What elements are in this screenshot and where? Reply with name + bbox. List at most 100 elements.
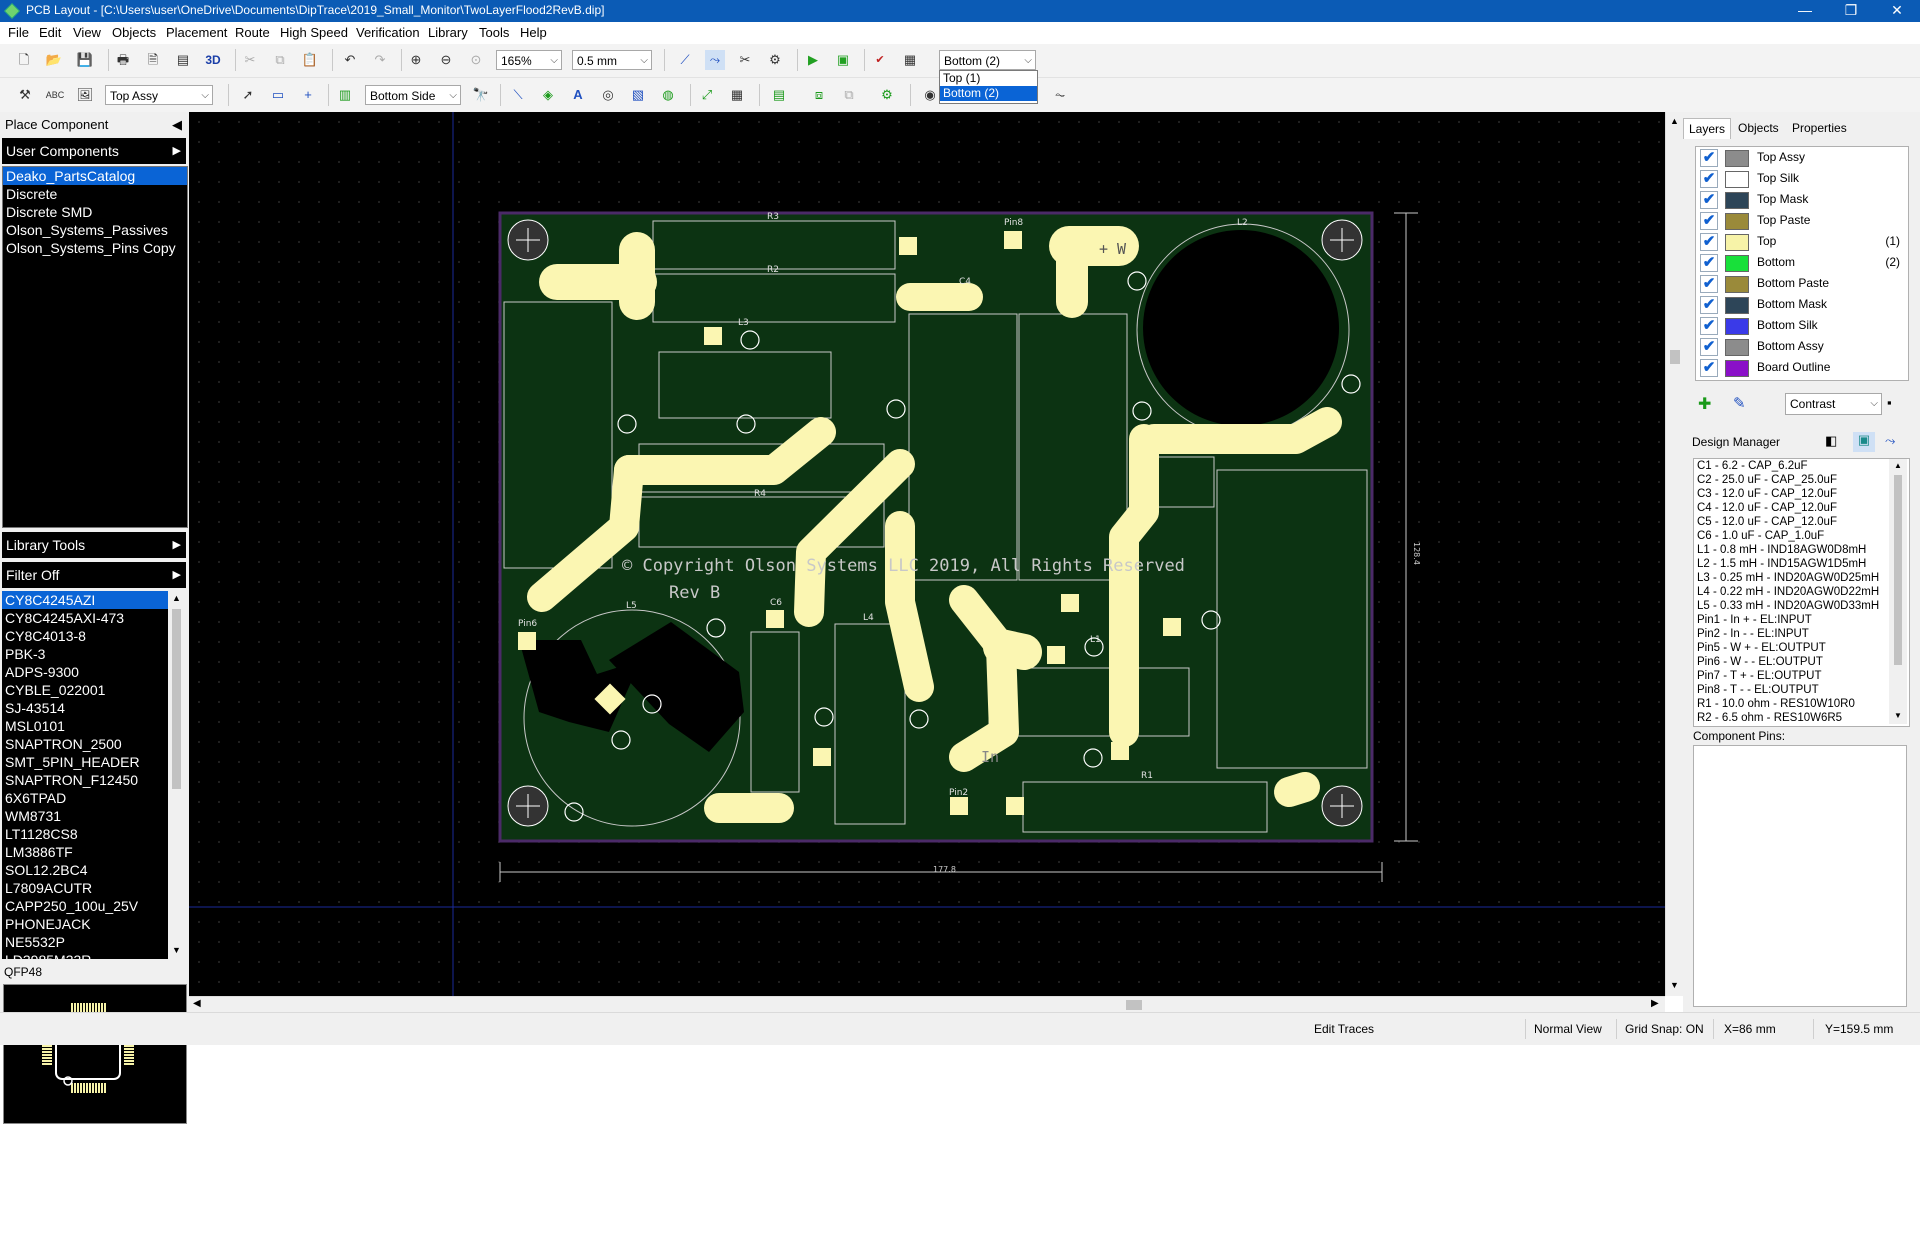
dm-item[interactable]: Pin5 - W + - EL:OUTPUT <box>1694 641 1909 655</box>
layer-color-swatch[interactable] <box>1725 318 1749 335</box>
align-icon[interactable]: ▤ <box>769 85 789 105</box>
menu-route[interactable]: Route <box>235 25 270 40</box>
eye-icon[interactable]: ◉ <box>920 85 940 105</box>
menu-tools[interactable]: Tools <box>479 25 509 40</box>
place-component-header[interactable]: Place Component ◀ <box>2 114 186 136</box>
part-item[interactable]: CYBLE_022001 <box>2 681 168 699</box>
menu-verification[interactable]: Verification <box>356 25 420 40</box>
undo-icon[interactable]: ↶ <box>340 50 360 70</box>
menu-view[interactable]: View <box>73 25 101 40</box>
zoom-select[interactable]: 165% ⌵ <box>496 50 562 70</box>
scroll-left-icon[interactable]: ◀ <box>193 998 201 1009</box>
scroll-up-icon[interactable]: ▲ <box>1670 116 1679 126</box>
layer-color-swatch[interactable] <box>1725 339 1749 356</box>
cut-icon[interactable]: ✂ <box>240 50 260 70</box>
split-trace-icon[interactable]: ✂ <box>735 50 755 70</box>
part-item[interactable]: SNAPTRON_2500 <box>2 735 168 753</box>
route-trace-icon[interactable]: ⟋ <box>675 50 695 70</box>
layer-color-swatch[interactable] <box>1725 360 1749 377</box>
part-item[interactable]: PHONEJACK <box>2 915 168 933</box>
library-item[interactable]: Olson_Systems_Pins Copy <box>3 239 187 257</box>
layer-row[interactable]: ✔ Top Silk <box>1696 168 1908 189</box>
measure-icon[interactable]: ⤢ <box>697 85 717 105</box>
tab-properties[interactable]: Properties <box>1787 118 1852 138</box>
layer-visible-checkbox[interactable]: ✔ <box>1700 296 1718 314</box>
close-button[interactable]: ✕ <box>1874 0 1920 22</box>
dm-item[interactable]: C4 - 12.0 uF - CAP_12.0uF <box>1694 501 1909 515</box>
layer-color-swatch[interactable] <box>1725 276 1749 293</box>
line-tool-icon[interactable]: ⟍ <box>508 85 528 105</box>
part-item[interactable]: MSL0101 <box>2 717 168 735</box>
pointer-icon[interactable]: ➚ <box>238 85 258 105</box>
part-item[interactable]: LT1128CS8 <box>2 825 168 843</box>
scroll-thumb[interactable] <box>1894 475 1902 665</box>
edit-traces-icon[interactable]: ⤳ <box>705 50 725 70</box>
ungroup-icon[interactable]: ⧉ <box>839 85 859 105</box>
text-tool-icon[interactable]: ABC <box>45 85 65 105</box>
canvas-vertical-scrollbar[interactable]: ▲ ▼ <box>1665 112 1684 996</box>
minimize-button[interactable]: — <box>1782 0 1828 22</box>
scroll-right-icon[interactable]: ▶ <box>1651 998 1659 1009</box>
assy-layer-select[interactable]: Top Assy ⌵ <box>105 85 213 105</box>
part-item[interactable]: CY8C4245AZI <box>2 591 168 609</box>
layer-visible-checkbox[interactable]: ✔ <box>1700 212 1718 230</box>
menu-library[interactable]: Library <box>428 25 468 40</box>
open-icon[interactable]: 📂 <box>44 50 64 70</box>
menu-placement[interactable]: Placement <box>166 25 227 40</box>
maximize-button[interactable]: ❐ <box>1828 0 1874 22</box>
scroll-thumb[interactable] <box>1670 350 1680 364</box>
dm-item[interactable]: Pin8 - T - - EL:OUTPUT <box>1694 683 1909 697</box>
find-icon[interactable]: 🔭 <box>471 85 491 105</box>
edit-layer-icon[interactable]: ✎ <box>1733 394 1746 412</box>
dm-item[interactable]: L4 - 0.22 mH - IND20AGW0D22mH <box>1694 585 1909 599</box>
trace-width-select[interactable]: 0.5 mm ⌵ <box>572 50 652 70</box>
layer-visible-checkbox[interactable]: ✔ <box>1700 233 1718 251</box>
layer-visible-checkbox[interactable]: ✔ <box>1700 317 1718 335</box>
layer-options-icon[interactable]: ▪ <box>1887 395 1892 410</box>
dm-components-icon[interactable]: ◧ <box>1825 433 1837 449</box>
part-item[interactable]: PBK-3 <box>2 645 168 663</box>
menu-high-speed[interactable]: High Speed <box>280 25 348 40</box>
canvas-horizontal-scrollbar[interactable]: ◀ ▶ <box>189 996 1665 1013</box>
layer-row[interactable]: ✔ Bottom Mask <box>1696 294 1908 315</box>
scroll-thumb[interactable] <box>172 609 181 789</box>
layer-row[interactable]: ✔ Bottom Paste <box>1696 273 1908 294</box>
dm-item[interactable]: Pin7 - T + - EL:OUTPUT <box>1694 669 1909 683</box>
layer-row[interactable]: ✔ Top (1) <box>1696 231 1908 252</box>
layer-visible-checkbox[interactable]: ✔ <box>1700 191 1718 209</box>
new-icon[interactable]: 🗋 <box>14 50 34 70</box>
layer-option-bottom[interactable]: Bottom (2) <box>940 86 1037 101</box>
copper-pour-icon[interactable]: ▧ <box>628 85 648 105</box>
library-item[interactable]: Olson_Systems_Passives <box>3 221 187 239</box>
part-item[interactable]: L7809ACUTR <box>2 879 168 897</box>
menu-objects[interactable]: Objects <box>112 25 156 40</box>
library-item[interactable]: Discrete <box>3 185 187 203</box>
table-icon[interactable]: ▦ <box>727 85 747 105</box>
library-item[interactable]: Deako_PartsCatalog <box>3 167 187 185</box>
redo-icon[interactable]: ↷ <box>370 50 390 70</box>
dm-item[interactable]: C3 - 12.0 uF - CAP_12.0uF <box>1694 487 1909 501</box>
layer-color-swatch[interactable] <box>1725 171 1749 188</box>
layer-row[interactable]: ✔ Top Paste <box>1696 210 1908 231</box>
scroll-down-icon[interactable]: ▼ <box>1894 711 1902 720</box>
origin-icon[interactable]: + <box>298 85 318 105</box>
dm-item[interactable]: L1 - 0.8 mH - IND18AGW0D8mH <box>1694 543 1909 557</box>
part-item[interactable]: SMT_5PIN_HEADER <box>2 753 168 771</box>
part-item[interactable]: SNAPTRON_F12450 <box>2 771 168 789</box>
parts-list-scrollbar[interactable]: ▲ ▼ <box>168 591 185 959</box>
fill-icon[interactable]: ◍ <box>658 85 678 105</box>
layer-visible-checkbox[interactable]: ✔ <box>1700 338 1718 356</box>
image-tool-icon[interactable]: 🖼 <box>75 85 95 105</box>
pcb-drawing[interactable]: © Copyright Olson Systems LLC 2019, All … <box>189 112 1665 996</box>
layer-row[interactable]: ✔ Top Mask <box>1696 189 1908 210</box>
layer-visible-checkbox[interactable]: ✔ <box>1700 254 1718 272</box>
group-icon[interactable]: ⧈ <box>809 85 829 105</box>
part-item[interactable]: ADPS-9300 <box>2 663 168 681</box>
filter-header[interactable]: Filter Off ▶ <box>2 562 186 588</box>
dm-item[interactable]: L2 - 1.5 mH - IND15AGW1D5mH <box>1694 557 1909 571</box>
layer-row[interactable]: ✔ Bottom Silk <box>1696 315 1908 336</box>
part-item[interactable]: LM3886TF <box>2 843 168 861</box>
tab-layers[interactable]: Layers <box>1683 118 1732 139</box>
part-item[interactable]: NE5532P <box>2 933 168 951</box>
active-layer-select[interactable]: Bottom (2) ⌵ <box>939 50 1036 70</box>
